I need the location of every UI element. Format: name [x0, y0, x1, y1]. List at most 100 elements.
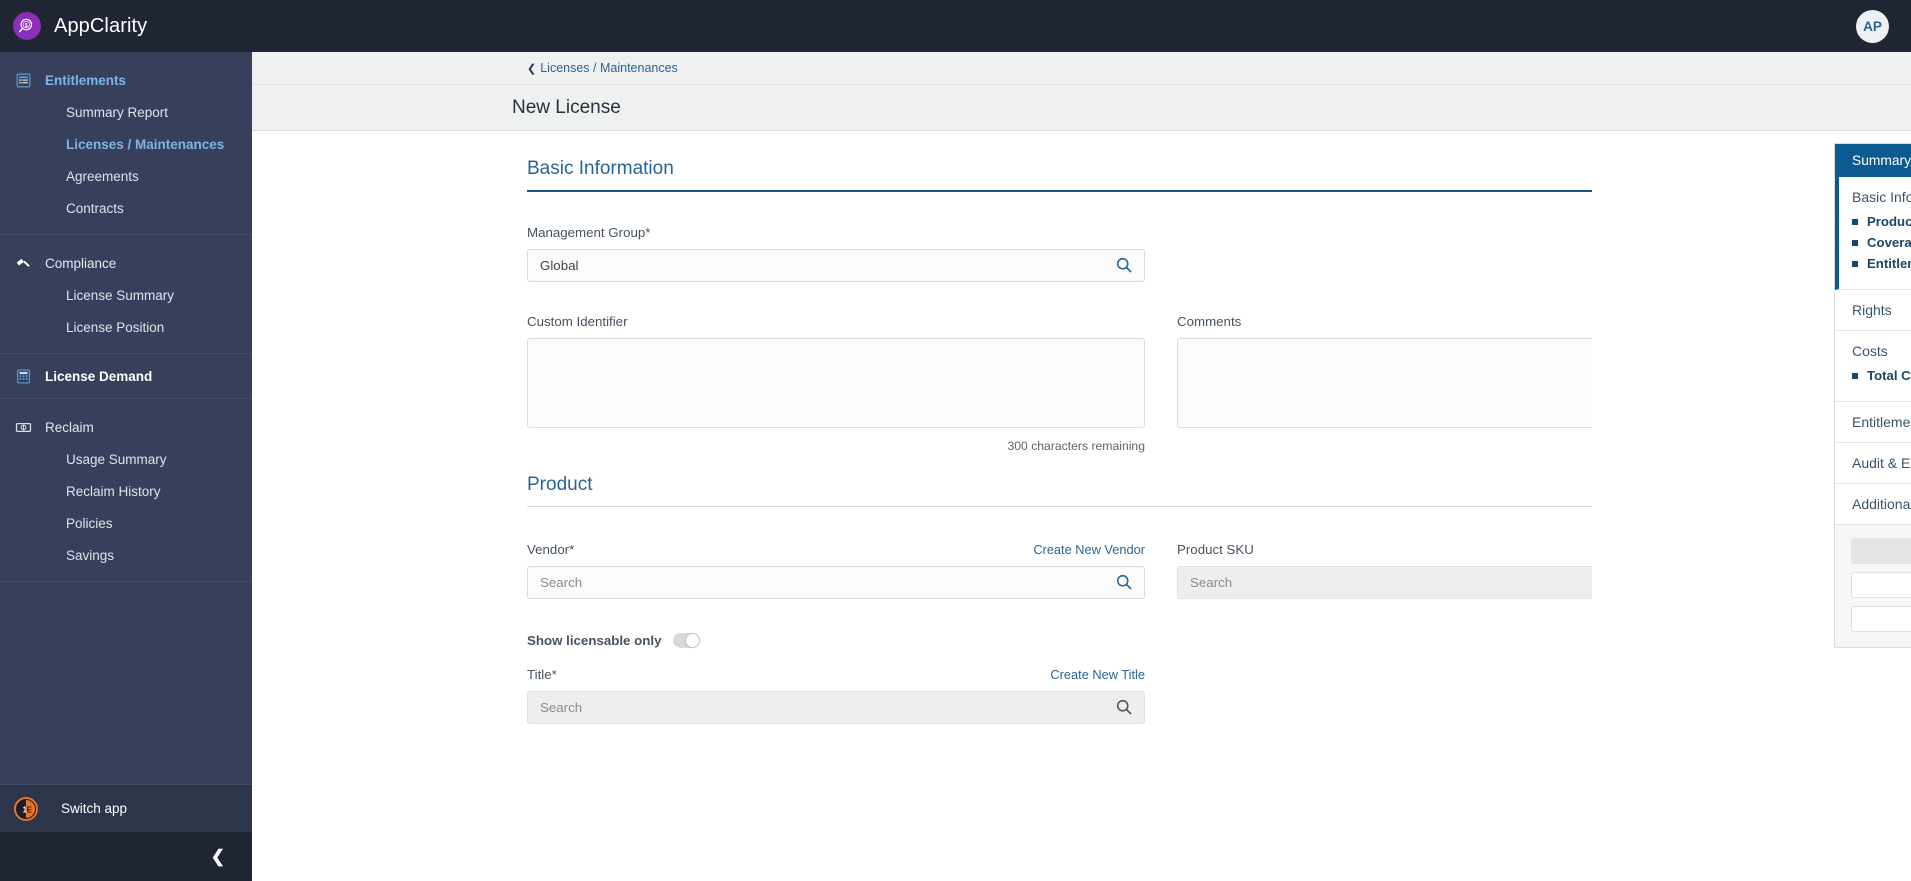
sidebar-collapse-button[interactable]: ❮ [0, 832, 252, 881]
summary-section-title: Rights [1852, 302, 1892, 318]
summary-item-product[interactable]: Product [1852, 214, 1911, 229]
sidebar-sublist-reclaim: Usage Summary Reclaim History Policies S… [0, 443, 252, 581]
summary-item-list: Product Coverage Entitlement Term Perpet… [1852, 214, 1911, 271]
summary-section-entitlement-links[interactable]: Entitlement Links [1835, 402, 1911, 443]
product-sku-label: Product SKU [1177, 542, 1254, 557]
save-draft-button[interactable]: Save Draft [1851, 572, 1911, 598]
publish-button[interactable]: Publish [1851, 538, 1911, 564]
sidebar-sublist-compliance: License Summary License Position [0, 279, 252, 353]
sidebar-subitem-label: Usage Summary [66, 451, 167, 467]
sidebar-subitem-label: Agreements [66, 168, 139, 184]
custom-identifier-field: Custom Identifier 300 characters remaini… [527, 314, 1145, 453]
vendor-search-input[interactable] [527, 566, 1145, 599]
sidebar-item-license-demand[interactable]: License Demand [0, 354, 252, 398]
sidebar-item-compliance[interactable]: Compliance [0, 247, 252, 279]
product-sku-search-input[interactable] [1177, 566, 1592, 599]
product-sku-field: Product SKU [1177, 542, 1592, 599]
nav-group-reclaim: Reclaim Usage Summary Reclaim History Po… [0, 411, 252, 582]
summary-item-label: Entitlement Term [1867, 256, 1911, 271]
title-search-input[interactable] [527, 691, 1145, 724]
summary-item-label: Product [1867, 214, 1911, 229]
toggle-knob [686, 634, 700, 647]
sidebar-subitem-label: Reclaim History [66, 483, 161, 499]
page-title-bar: New License [252, 85, 1911, 131]
summary-item-label: Coverage [1867, 235, 1911, 250]
summary-section-title: Basic Information [1852, 189, 1911, 205]
sidebar-item-license-summary[interactable]: License Summary [0, 279, 252, 311]
sidebar-item-label: Compliance [45, 255, 117, 271]
summary-header: Summary [1835, 144, 1911, 177]
avatar[interactable]: AP [1856, 9, 1889, 43]
summary-item-coverage[interactable]: Coverage [1852, 235, 1911, 250]
custom-identifier-label: Custom Identifier [527, 314, 628, 329]
title-label-row: Title* Create New Title [527, 667, 1145, 682]
cancel-button[interactable]: Cancel [1851, 606, 1911, 632]
appclarity-logo-icon: $ [13, 12, 41, 40]
summary-panel: Summary Basic Information Product Covera… [1834, 143, 1911, 648]
sidebar-item-license-position[interactable]: License Position [0, 311, 252, 343]
summary-section-title: Audit & Exclusions (Optional) [1852, 455, 1911, 471]
summary-actions: Publish Save Draft Cancel [1835, 525, 1911, 647]
sidebar-nav: Entitlements Summary Report Licenses / M… [0, 52, 252, 784]
title-input-wrap [527, 691, 1145, 724]
brand-name: AppClarity [54, 14, 148, 37]
section-basic-information: Basic Information Management Group* Glob… [527, 158, 1592, 453]
summary-section-audit-exclusions[interactable]: Audit & Exclusions (Optional) [1835, 443, 1911, 484]
app-root: $ AppClarity Entitlements Summary Report… [0, 0, 1911, 881]
management-group-input[interactable] [527, 249, 1145, 282]
sidebar-item-summary-report[interactable]: Summary Report [0, 96, 252, 128]
summary-item-entitlement-term[interactable]: Entitlement Term Perpetual [1852, 256, 1911, 271]
sidebar-item-policies[interactable]: Policies [0, 507, 252, 539]
sidebar-item-entitlements[interactable]: Entitlements [0, 64, 252, 96]
summary-section-basic-information[interactable]: Basic Information Product Coverage [1835, 177, 1911, 290]
sidebar-item-label: License Demand [45, 368, 153, 384]
chevron-left-icon: ❮ [210, 846, 225, 866]
switch-app-button[interactable]: 1 E Switch app [0, 784, 252, 832]
sidebar-item-reclaim-history[interactable]: Reclaim History [0, 475, 252, 507]
product-sku-label-row: Product SKU [1177, 542, 1592, 557]
vendor-input-wrap [527, 566, 1145, 599]
summary-item-total-cost[interactable]: Total Cost [1852, 368, 1911, 383]
custom-identifier-textarea[interactable] [527, 338, 1145, 428]
create-new-vendor-link[interactable]: Create New Vendor [1033, 542, 1145, 557]
vendor-label: Vendor* [527, 542, 575, 557]
breadcrumb-link-licenses-maintenances[interactable]: Licenses / Maintenances [540, 61, 678, 75]
comments-counter: 300 characters remaining [1177, 439, 1592, 453]
sidebar-item-label: Entitlements [45, 72, 127, 88]
breadcrumb: ❮ Licenses / Maintenances [252, 52, 1911, 85]
summary-section-additional-information[interactable]: Additional Information (Optional) [1835, 484, 1911, 525]
sidebar-subitem-label: License Position [66, 319, 165, 335]
bullet-icon [1852, 260, 1858, 267]
summary-section-title: Costs [1852, 343, 1888, 359]
sidebar-item-agreements[interactable]: Agreements [0, 160, 252, 192]
sidebar-item-reclaim[interactable]: Reclaim [0, 411, 252, 443]
nav-group-compliance: Compliance License Summary License Posit… [0, 247, 252, 354]
sidebar-sublist-entitlements: Summary Report Licenses / Maintenances A… [0, 96, 252, 234]
management-group-label: Management Group* [527, 225, 651, 240]
sidebar-subitem-label: Licenses / Maintenances [66, 136, 225, 152]
bullet-icon [1852, 239, 1858, 246]
comments-field: Comments 300 characters remaining [1177, 314, 1592, 453]
show-licensable-only-row: Show licensable only [527, 633, 1592, 648]
one-e-logo-icon: 1 E [14, 796, 38, 821]
sidebar-item-contracts[interactable]: Contracts [0, 192, 252, 224]
create-new-title-link[interactable]: Create New Title [1050, 667, 1145, 682]
show-licensable-only-toggle[interactable] [673, 633, 701, 648]
svg-text:E: E [27, 805, 33, 814]
management-group-field [527, 249, 1145, 282]
summary-section-rights[interactable]: Rights [1835, 290, 1911, 331]
sidebar-item-usage-summary[interactable]: Usage Summary [0, 443, 252, 475]
sidebar-item-savings[interactable]: Savings [0, 539, 252, 571]
sidebar-subitem-label: Contracts [66, 200, 124, 216]
vendor-field: Vendor* Create New Vendor [527, 542, 1145, 599]
banknote-icon [13, 417, 33, 437]
top-bar: AP [252, 0, 1911, 52]
comments-label: Comments [1177, 314, 1242, 329]
title-field: Title* Create New Title [527, 667, 1145, 724]
summary-section-costs[interactable]: Costs Total Cost [1835, 331, 1911, 402]
comments-textarea[interactable] [1177, 338, 1592, 428]
sidebar-subitem-label: License Summary [66, 287, 175, 303]
svg-text:$: $ [24, 22, 27, 28]
sidebar-item-licenses-maintenances[interactable]: Licenses / Maintenances [0, 128, 252, 160]
vendor-label-row: Vendor* Create New Vendor [527, 542, 1145, 557]
